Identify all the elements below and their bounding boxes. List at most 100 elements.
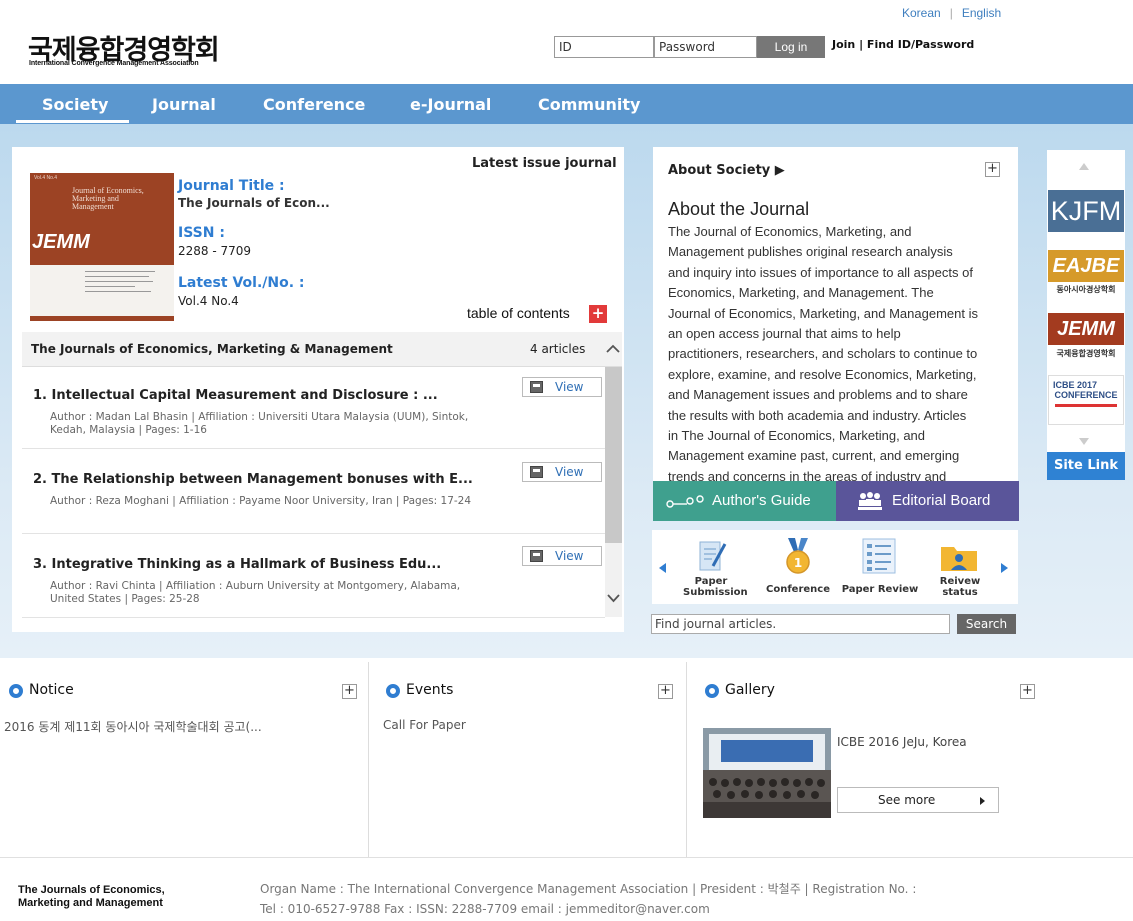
prev-arrow-icon[interactable] (659, 563, 666, 573)
journal-title-label: Journal Title : (178, 178, 285, 194)
nav-journal[interactable]: Journal (152, 95, 216, 114)
nav-ejournal[interactable]: e-Journal (410, 95, 491, 114)
icbe-line: CONFERENCE (1054, 390, 1118, 400)
lang-english-link[interactable]: English (962, 6, 1001, 20)
toc-plus-icon[interactable]: + (589, 305, 607, 323)
nav-conference[interactable]: Conference (263, 95, 365, 114)
about-line: explore, examine, and resolve Economics,… (668, 366, 977, 382)
cover-header-text: Vol.4 No.4 (34, 175, 58, 181)
article-meta: Author : Reza Moghani | Affiliation : Pa… (50, 495, 472, 507)
notice-item[interactable]: 2016 동계 제11회 동아시아 국제학술대회 공고(... (4, 718, 262, 735)
about-line: in The Journal of Economics, Marketing, … (668, 428, 926, 444)
see-more-label: See more (878, 793, 936, 807)
key-icon (666, 495, 704, 508)
nav-society[interactable]: Society (42, 95, 108, 114)
latest-volno-value: Vol.4 No.4 (178, 294, 239, 308)
journal-search-input[interactable]: Find journal articles. (651, 614, 950, 634)
next-arrow-icon[interactable] (1001, 563, 1008, 573)
events-bullet-icon (386, 684, 400, 698)
jemm-logo: JEMM (1048, 313, 1124, 345)
paper-review-item[interactable]: Paper Review (840, 538, 920, 602)
see-more-button[interactable]: See more (837, 787, 999, 813)
article-title[interactable]: 1. Intellectual Capital Measurement and … (33, 388, 438, 403)
events-item[interactable]: Call For Paper (383, 718, 466, 732)
authors-guide-button[interactable]: Author's Guide (653, 481, 836, 521)
articles-journal-name: The Journals of Economics, Marketing & M… (31, 342, 393, 356)
view-button[interactable]: View (522, 546, 602, 566)
search-button[interactable]: Search (957, 614, 1016, 634)
scroll-down-icon[interactable] (605, 590, 622, 606)
footer-logo-line: The Journals of Economics, (18, 884, 165, 896)
document-pen-icon (699, 541, 727, 571)
about-line: the results with both academia and indus… (668, 407, 967, 423)
quick-label: status (942, 587, 978, 598)
gallery-title: Gallery (725, 682, 775, 698)
conference-item[interactable]: 1 Conference (762, 538, 834, 602)
about-title: About the Journal (668, 199, 810, 219)
about-line: practitioners, researchers, and scholars… (668, 346, 978, 362)
people-icon (858, 492, 882, 510)
jemm-korean-name: 국제융합경영학회 (1056, 349, 1116, 358)
site-link-label[interactable]: Site Link (1047, 452, 1125, 480)
view-button[interactable]: View (522, 462, 602, 482)
divider (368, 662, 369, 858)
scroll-down-icon[interactable] (1079, 438, 1089, 445)
scroll-up-icon[interactable] (604, 340, 622, 358)
quick-label: Conference (765, 584, 830, 595)
scrollbar-thumb[interactable] (605, 367, 622, 543)
article-title[interactable]: 2. The Relationship between Management b… (33, 472, 473, 487)
events-title: Events (406, 682, 454, 698)
about-line: Management examine past, current, and em… (668, 448, 960, 464)
quick-label: Reivew (939, 576, 981, 587)
table-of-contents-link[interactable]: table of contents (467, 305, 570, 321)
eajbe-link[interactable]: EAJBE 동아시아경상학회 (1048, 250, 1124, 302)
view-button[interactable]: View (522, 377, 602, 397)
about-line: and inquiry into issues of importance to… (668, 264, 973, 280)
notice-more-plus-icon[interactable]: + (342, 684, 357, 699)
journal-cover-image[interactable]: Vol.4 No.4 Journal of Economics, Marketi… (30, 173, 174, 321)
footer-logo: The Journals of Economics, Marketing and… (18, 884, 165, 910)
icbe-2017-link[interactable]: ICBE 2017 CONFERENCE (1048, 375, 1124, 425)
about-society-link[interactable]: About Society ▶ (668, 163, 785, 178)
issn-label: ISSN : (178, 225, 225, 241)
kjfm-link[interactable]: KJFM (1048, 190, 1124, 232)
paper-submission-item[interactable]: Paper Submission (683, 538, 748, 602)
eajbe-korean-name: 동아시아경상학회 (1056, 285, 1116, 294)
events-more-plus-icon[interactable]: + (658, 684, 673, 699)
review-status-item[interactable]: Reivew status (932, 538, 988, 602)
article-meta: United States | Pages: 25-28 (50, 593, 200, 605)
scroll-up-icon[interactable] (1079, 163, 1089, 170)
notice-title: Notice (29, 682, 74, 698)
footer-logo-line: Marketing and Management (18, 897, 163, 909)
about-line: trends and concerns in the areas of indu… (668, 468, 947, 481)
gallery-more-plus-icon[interactable]: + (1020, 684, 1035, 699)
about-line: Economics, Marketing, and Management. Th… (668, 285, 934, 301)
plus-icon[interactable]: + (985, 162, 1000, 177)
icbe-line: ICBE 2017 (1053, 380, 1098, 390)
lang-separator: | (949, 6, 953, 20)
latest-volno-label: Latest Vol./No. : (178, 275, 305, 291)
editorial-board-label: Editorial Board (892, 492, 991, 509)
language-switch: Korean | English (902, 6, 1001, 20)
authors-guide-label: Author's Guide (712, 492, 811, 509)
lang-korean-link[interactable]: Korean (902, 6, 941, 20)
password-input[interactable]: Password (654, 36, 757, 58)
footer-divider (0, 857, 1133, 858)
id-input[interactable]: ID (554, 36, 654, 58)
gallery-caption[interactable]: ICBE 2016 JeJu, Korea (837, 735, 967, 749)
divider (22, 533, 605, 534)
join-find-link[interactable]: Join | Find ID/Password (832, 38, 974, 51)
login-button[interactable]: Log in (757, 36, 825, 58)
article-title[interactable]: 3. Integrative Thinking as a Hallmark of… (33, 557, 441, 572)
divider (22, 448, 605, 449)
quick-label: Submission (683, 587, 748, 598)
editorial-board-button[interactable]: Editorial Board (836, 481, 1019, 521)
about-text-box[interactable]: The Journal of Economics, Marketing, and… (668, 222, 1013, 481)
about-line: and Management issues and problems and t… (668, 387, 968, 403)
issn-value: 2288 - 7709 (178, 244, 252, 258)
jemm-link[interactable]: JEMM 국제융합경영학회 (1048, 313, 1124, 363)
nav-active-indicator (16, 120, 129, 123)
gallery-photo[interactable] (703, 728, 831, 818)
eajbe-logo: EAJBE (1048, 250, 1124, 282)
nav-community[interactable]: Community (538, 95, 640, 114)
